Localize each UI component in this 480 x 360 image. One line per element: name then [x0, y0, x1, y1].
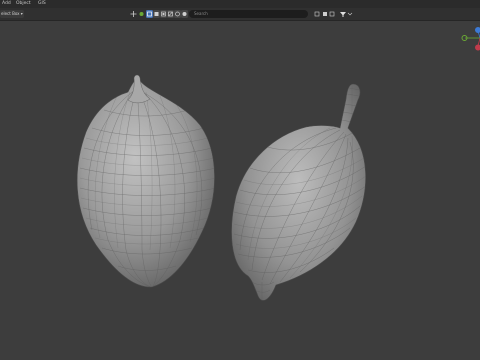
left-mesh-model[interactable]: [76, 74, 216, 288]
scene-models: [76, 74, 366, 301]
right-mesh-model[interactable]: [231, 83, 366, 301]
